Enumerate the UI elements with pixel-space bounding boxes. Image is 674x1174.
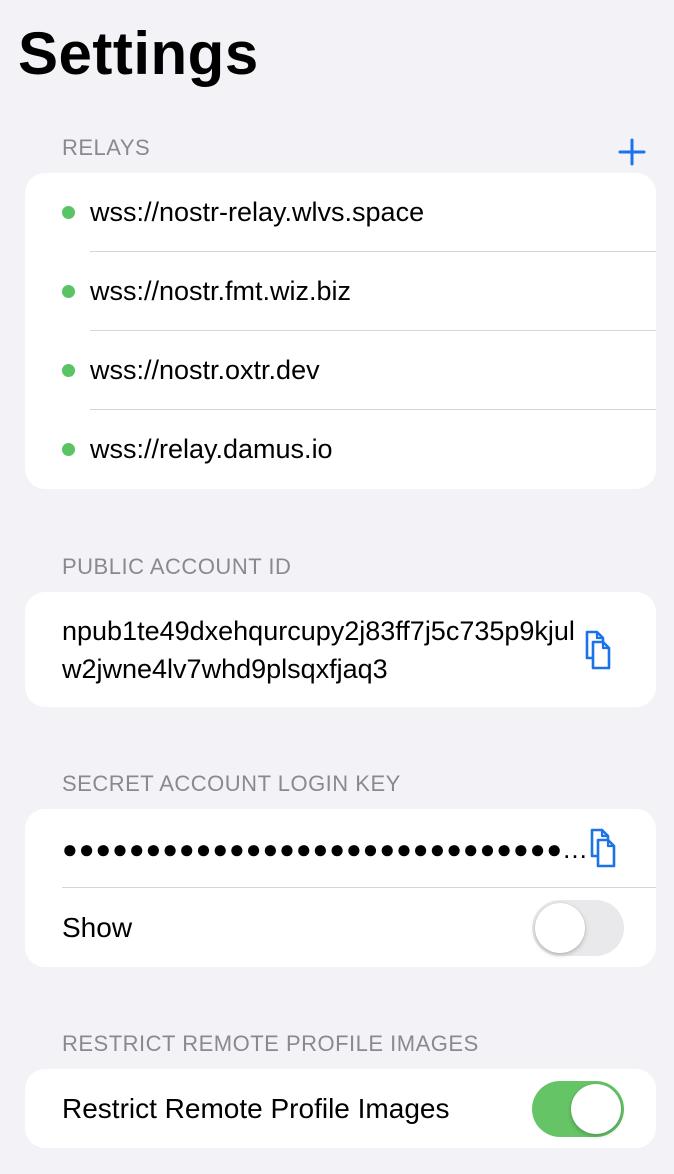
restrict-images-row: Restrict Remote Profile Images bbox=[25, 1069, 656, 1148]
restrict-images-section-header: RESTRICT REMOTE PROFILE IMAGES bbox=[62, 1031, 479, 1056]
relays-list: wss://nostr-relay.wlvs.space wss://nostr… bbox=[25, 173, 656, 489]
plus-icon bbox=[618, 138, 646, 166]
restrict-images-label: Restrict Remote Profile Images bbox=[62, 1093, 450, 1124]
show-secret-label: Show bbox=[62, 912, 133, 943]
relay-item[interactable]: wss://nostr.fmt.wiz.biz bbox=[25, 252, 656, 331]
copy-public-id-button[interactable] bbox=[577, 628, 617, 672]
relay-url: wss://nostr.fmt.wiz.biz bbox=[90, 276, 352, 306]
show-secret-toggle[interactable] bbox=[532, 900, 624, 956]
secret-key-row: ●●●●●●●●●●●●●●●●●●●●●●●●●●●●●●... bbox=[25, 809, 656, 888]
copy-secret-key-button[interactable] bbox=[582, 826, 622, 870]
restrict-images-card: Restrict Remote Profile Images bbox=[25, 1069, 656, 1148]
relay-status-dot bbox=[62, 206, 75, 219]
secret-key-section-header: SECRET ACCOUNT LOGIN KEY bbox=[62, 771, 401, 796]
relay-status-dot bbox=[62, 364, 75, 377]
copy-icon bbox=[585, 630, 611, 670]
public-account-section-header: PUBLIC ACCOUNT ID bbox=[62, 554, 292, 579]
show-secret-row: Show bbox=[25, 888, 656, 967]
relay-status-dot bbox=[62, 285, 75, 298]
public-account-card: npub1te49dxehqurcupy2j83ff7j5c735p9kjulw… bbox=[25, 592, 656, 707]
copy-icon bbox=[590, 828, 616, 868]
secret-key-masked: ●●●●●●●●●●●●●●●●●●●●●●●●●●●●●●... bbox=[62, 834, 588, 864]
restrict-images-toggle[interactable] bbox=[532, 1081, 624, 1137]
relay-url: wss://relay.damus.io bbox=[90, 434, 333, 464]
add-relay-button[interactable] bbox=[614, 134, 650, 170]
relay-item[interactable]: wss://nostr-relay.wlvs.space bbox=[25, 173, 656, 252]
toggle-knob bbox=[571, 1084, 621, 1134]
relay-item[interactable]: wss://nostr.oxtr.dev bbox=[25, 331, 656, 410]
public-account-id: npub1te49dxehqurcupy2j83ff7j5c735p9kjulw… bbox=[62, 616, 575, 684]
secret-key-card: ●●●●●●●●●●●●●●●●●●●●●●●●●●●●●●... Show bbox=[25, 809, 656, 967]
relay-url: wss://nostr.oxtr.dev bbox=[90, 355, 320, 385]
toggle-knob bbox=[535, 903, 585, 953]
relays-section-header: RELAYS bbox=[62, 135, 151, 160]
relay-url: wss://nostr-relay.wlvs.space bbox=[90, 197, 425, 227]
relay-item[interactable]: wss://relay.damus.io bbox=[25, 410, 656, 489]
relay-status-dot bbox=[62, 443, 75, 456]
page-title: Settings bbox=[18, 20, 259, 87]
